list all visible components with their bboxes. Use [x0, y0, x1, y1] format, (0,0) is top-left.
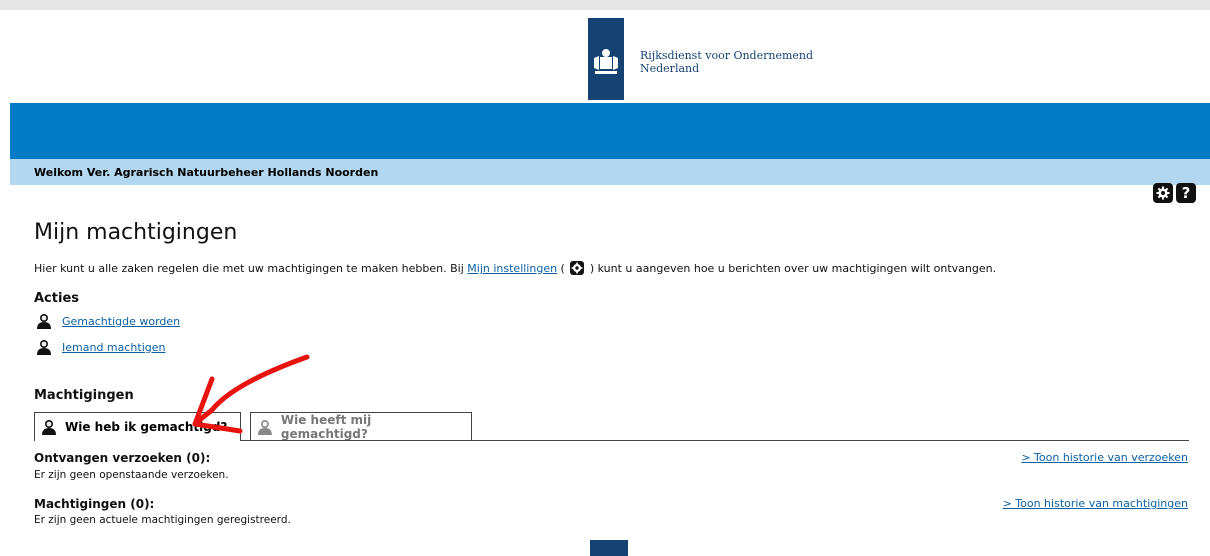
tab-label: Wie heb ik gemachtigd? — [65, 420, 228, 434]
settings-button[interactable] — [1153, 183, 1173, 203]
gear-icon — [570, 261, 585, 275]
tab-label: Wie heeft mij gemachtigd? — [280, 412, 372, 441]
ontvangen-verzoeken-text: Er zijn geen openstaande verzoeken. — [34, 469, 229, 481]
org-name-line1: Rijksdienst voor Ondernemend — [640, 49, 814, 62]
acties-heading: Acties — [34, 291, 79, 306]
intro-after: ) kunt u aangeven hoe u berichten over u… — [586, 262, 997, 275]
toon-historie-verzoeken-link[interactable]: > Toon historie van verzoeken — [1021, 451, 1188, 464]
help-icon: ? — [1181, 184, 1191, 202]
ontvangen-verzoeken-heading: Ontvangen verzoeken (0): — [34, 451, 211, 465]
welcome-bar: Welkom Ver. Agrarisch Natuurbeheer Holla… — [10, 159, 1210, 185]
header-band — [10, 103, 1210, 159]
welcome-text: Welkom Ver. Agrarisch Natuurbeheer Holla… — [34, 166, 379, 179]
mijn-instellingen-link[interactable]: Mijn instellingen — [467, 262, 557, 275]
coat-of-arms-icon — [594, 49, 618, 74]
iemand-machtigen-link[interactable]: Iemand machtigen — [62, 341, 166, 354]
person-icon — [37, 340, 51, 355]
gear-icon — [1156, 186, 1170, 200]
page: Rijksdienst voor Ondernemend Nederland W… — [10, 10, 1210, 556]
tab-wie-heb-ik-gemachtigd[interactable]: Wie heb ik gemachtigd? — [34, 412, 241, 441]
machtigingen-list-heading: Machtigingen (0): — [34, 497, 155, 511]
action-gemachtigde-worden[interactable]: Gemachtigde worden — [36, 313, 180, 329]
bottom-brand-tab — [590, 540, 628, 556]
machtigingen-list-text: Er zijn geen actuele machtigingen geregi… — [34, 514, 291, 526]
tab-wie-heeft-mij-gemachtigd[interactable]: Wie heeft mij gemachtigd? — [250, 412, 472, 441]
action-iemand-machtigen[interactable]: Iemand machtigen — [36, 339, 166, 355]
machtigingen-heading: Machtigingen — [34, 388, 134, 403]
intro-text: Hier kunt u alle zaken regelen die met u… — [34, 261, 996, 275]
person-icon — [37, 314, 51, 329]
org-name: Rijksdienst voor Ondernemend Nederland — [640, 49, 813, 75]
person-icon — [257, 419, 272, 435]
rvo-logo[interactable] — [588, 18, 624, 100]
intro-paren-open: ( — [557, 262, 569, 275]
help-button[interactable]: ? — [1176, 183, 1196, 203]
person-icon — [42, 420, 56, 435]
org-name-line2: Nederland — [640, 62, 700, 75]
intro-before: Hier kunt u alle zaken regelen die met u… — [34, 262, 468, 275]
gemachtigde-worden-link[interactable]: Gemachtigde worden — [62, 315, 180, 328]
browser-top-strip — [0, 0, 1210, 10]
toon-historie-machtigingen-link[interactable]: > Toon historie van machtigingen — [1003, 497, 1188, 510]
page-title: Mijn machtigingen — [34, 220, 238, 245]
